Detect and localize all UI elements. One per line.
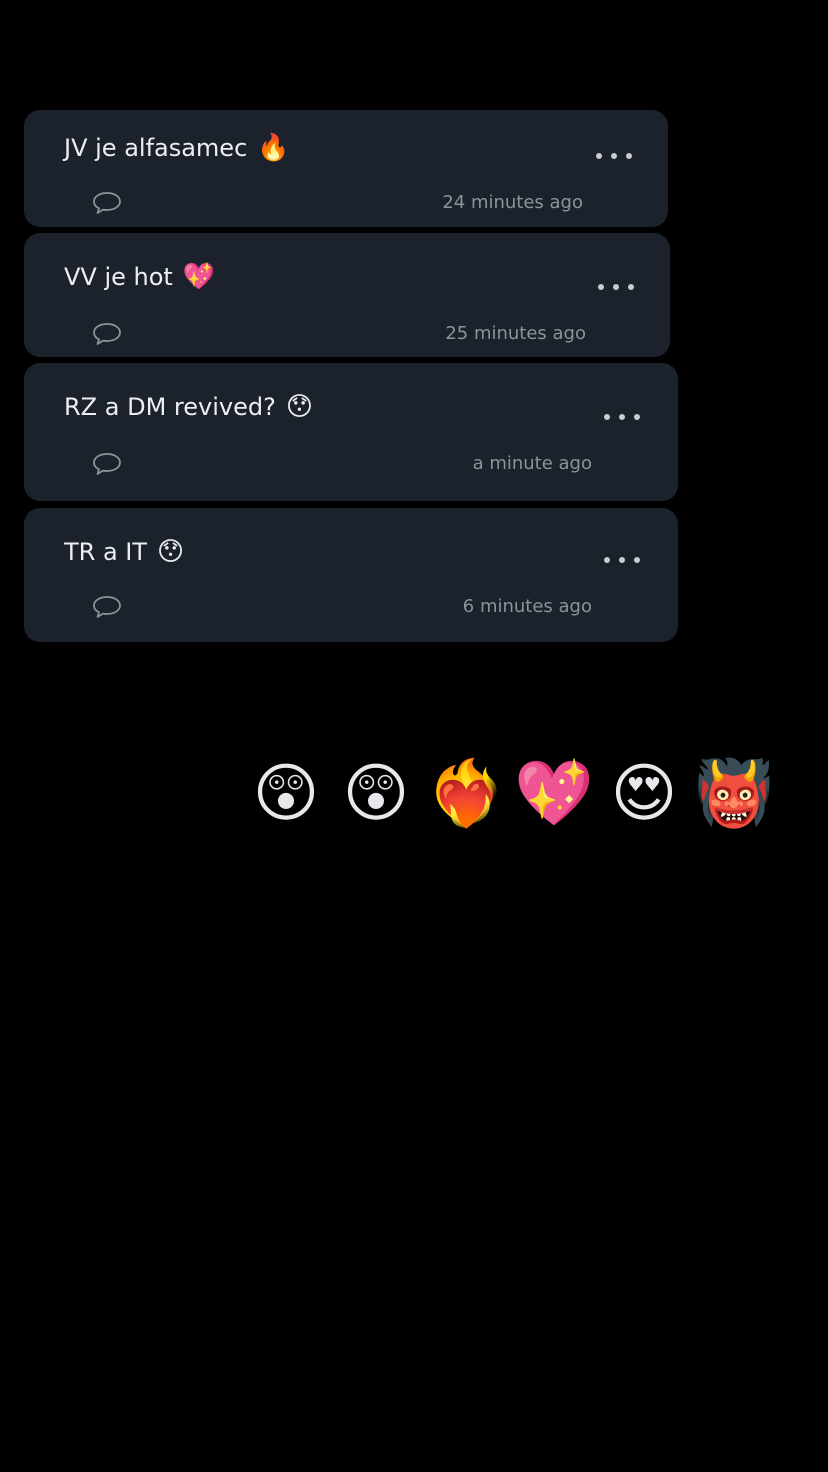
post-card[interactable]: JV je alfasamec 🔥 24 minutes ago: [24, 110, 668, 227]
post-card[interactable]: VV je hot 💖 25 minutes ago: [24, 233, 670, 357]
astonished-face-icon[interactable]: 😲: [244, 752, 328, 836]
comment-icon[interactable]: [92, 594, 122, 620]
fire-emoji: 🔥: [257, 133, 290, 163]
comment-icon[interactable]: [92, 321, 122, 347]
comment-icon[interactable]: [92, 190, 122, 216]
post-timestamp: a minute ago: [472, 453, 592, 474]
more-options-icon[interactable]: [604, 550, 640, 570]
post-card[interactable]: RZ a DM revived? 😯 a minute ago: [24, 363, 678, 501]
post-title: JV je alfasamec: [64, 134, 248, 162]
post-text: RZ a DM revived? 😯: [64, 393, 313, 421]
post-title: RZ a DM revived?: [64, 393, 276, 421]
emoji-reactions-bar: 😲 😲 ❤️‍🔥 💖 😍 👹: [244, 752, 784, 842]
post-timestamp: 6 minutes ago: [462, 596, 592, 617]
more-options-icon[interactable]: [598, 277, 634, 297]
hushed-face-emoji: 😯: [285, 392, 313, 422]
post-timestamp: 24 minutes ago: [442, 192, 583, 213]
post-card[interactable]: TR a IT 😯 6 minutes ago: [24, 508, 678, 642]
comment-icon[interactable]: [92, 451, 122, 477]
post-title: VV je hot: [64, 263, 173, 291]
post-title: TR a IT: [64, 538, 148, 566]
sparkling-heart-icon[interactable]: 💖: [512, 752, 596, 836]
ogre-icon[interactable]: 👹: [692, 752, 776, 836]
post-text: VV je hot 💖: [64, 263, 215, 291]
heart-on-fire-icon[interactable]: ❤️‍🔥: [424, 752, 508, 836]
more-options-icon[interactable]: [604, 407, 640, 427]
astonished-face-icon[interactable]: 😲: [334, 752, 418, 836]
heart-eyes-face-icon[interactable]: 😍: [602, 752, 686, 836]
hushed-face-emoji: 😯: [157, 537, 185, 567]
post-text: JV je alfasamec 🔥: [64, 134, 290, 162]
more-options-icon[interactable]: [596, 146, 632, 166]
post-text: TR a IT 😯: [64, 538, 184, 566]
sparkling-heart-emoji: 💖: [182, 262, 216, 292]
post-timestamp: 25 minutes ago: [445, 323, 586, 344]
